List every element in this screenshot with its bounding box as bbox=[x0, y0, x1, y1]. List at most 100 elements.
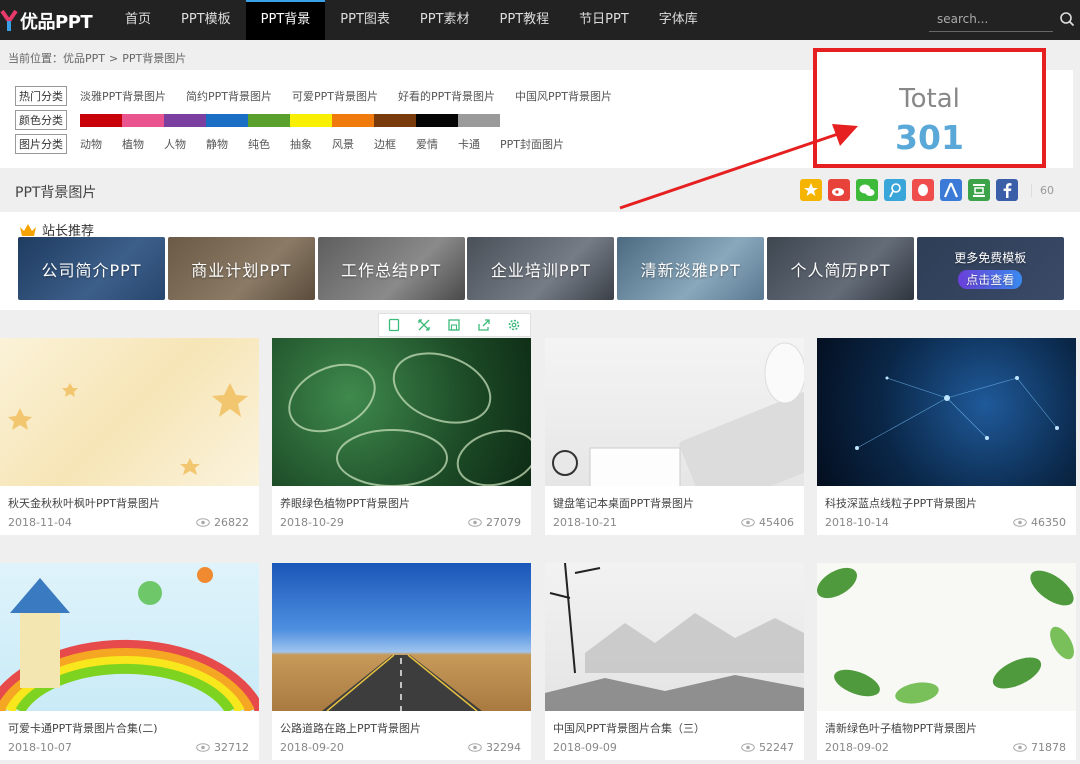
type-link[interactable]: 静物 bbox=[206, 136, 228, 152]
weibo-icon[interactable] bbox=[828, 179, 850, 201]
hot-link[interactable]: 可爱PPT背景图片 bbox=[292, 88, 378, 104]
type-link[interactable]: PPT封面图片 bbox=[500, 136, 564, 152]
color-swatch[interactable] bbox=[374, 113, 416, 127]
nav-home[interactable]: 首页 bbox=[110, 0, 166, 40]
card-title[interactable]: 养眼绿色植物PPT背景图片 bbox=[280, 495, 410, 511]
background-card[interactable]: 清新绿色叶子植物PPT背景图片 2018-09-02 71878 bbox=[817, 563, 1076, 760]
site-logo[interactable]: 优品PPT bbox=[0, 0, 110, 40]
card-thumbnail[interactable] bbox=[545, 563, 804, 711]
card-views: 45406 bbox=[741, 516, 794, 529]
color-swatch-list bbox=[80, 113, 500, 127]
background-card[interactable]: 秋天金秋秋叶枫叶PPT背景图片 2018-11-04 26822 bbox=[0, 338, 259, 535]
card-title[interactable]: 公路道路在路上PPT背景图片 bbox=[280, 720, 421, 736]
breadcrumb-current: PPT背景图片 bbox=[122, 52, 187, 65]
card-thumbnail[interactable] bbox=[272, 338, 531, 486]
card-title[interactable]: 可爱卡通PPT背景图片合集(二) bbox=[8, 720, 158, 736]
search-icon[interactable] bbox=[1059, 11, 1075, 27]
card-title[interactable]: 键盘笔记本桌面PPT背景图片 bbox=[553, 495, 694, 511]
nav-ppt-backgrounds[interactable]: PPT背景 bbox=[245, 0, 326, 40]
breadcrumb-home[interactable]: 优品PPT bbox=[63, 52, 105, 65]
hot-link[interactable]: 淡雅PPT背景图片 bbox=[80, 88, 166, 104]
card-thumbnail[interactable] bbox=[0, 563, 259, 711]
breadcrumb-separator: > bbox=[109, 52, 119, 65]
recommend-item-label: 公司简介PPT bbox=[41, 260, 142, 280]
type-link[interactable]: 纯色 bbox=[248, 136, 270, 152]
more-templates-title: 更多免费模板 bbox=[954, 250, 1027, 265]
color-swatch[interactable] bbox=[416, 113, 458, 127]
card-date: 2018-09-20 bbox=[280, 741, 344, 754]
qzone-icon[interactable] bbox=[800, 179, 822, 201]
facebook-icon[interactable] bbox=[996, 179, 1018, 201]
hot-category-row: 热门分类 淡雅PPT背景图片 简约PPT背景图片 可爱PPT背景图片 好看的PP… bbox=[15, 86, 632, 106]
breadcrumb-prefix: 当前位置： bbox=[8, 52, 63, 65]
nav-ppt-templates[interactable]: PPT模板 bbox=[166, 0, 246, 40]
card-title[interactable]: 科技深蓝点线粒子PPT背景图片 bbox=[825, 495, 977, 511]
crown-icon bbox=[20, 223, 36, 236]
nav-ppt-charts[interactable]: PPT图表 bbox=[325, 0, 405, 40]
type-link[interactable]: 植物 bbox=[122, 136, 144, 152]
card-title[interactable]: 中国风PPT背景图片合集（三） bbox=[553, 720, 705, 736]
card-thumbnail[interactable] bbox=[817, 338, 1076, 486]
background-card[interactable]: 公路道路在路上PPT背景图片 2018-09-20 32294 bbox=[272, 563, 531, 760]
type-link[interactable]: 人物 bbox=[164, 136, 186, 152]
qq-icon[interactable] bbox=[912, 179, 934, 201]
color-swatch[interactable] bbox=[80, 113, 122, 127]
card-view-count: 46350 bbox=[1031, 516, 1066, 529]
type-link[interactable]: 抽象 bbox=[290, 136, 312, 152]
recommend-item[interactable]: 清新淡雅PPT bbox=[617, 237, 765, 300]
recommend-item-label: 工作总结PPT bbox=[341, 260, 442, 280]
recommend-item[interactable]: 商业计划PPT bbox=[167, 237, 315, 300]
settings-icon[interactable] bbox=[499, 314, 529, 336]
card-view-count: 27079 bbox=[486, 516, 521, 529]
nav-holiday-ppt[interactable]: 节日PPT bbox=[564, 0, 644, 40]
tencent-weibo-icon[interactable] bbox=[884, 179, 906, 201]
eye-icon bbox=[468, 518, 482, 527]
card-thumbnail[interactable] bbox=[817, 563, 1076, 711]
wechat-icon[interactable] bbox=[856, 179, 878, 201]
nav-fonts[interactable]: 字体库 bbox=[644, 0, 713, 40]
view-toolbar bbox=[378, 313, 531, 337]
nav-ppt-tutorials[interactable]: PPT教程 bbox=[485, 0, 565, 40]
renren-icon[interactable] bbox=[940, 179, 962, 201]
card-title[interactable]: 清新绿色叶子植物PPT背景图片 bbox=[825, 720, 977, 736]
hot-link[interactable]: 中国风PPT背景图片 bbox=[515, 88, 612, 104]
type-link[interactable]: 动物 bbox=[80, 136, 102, 152]
card-thumbnail[interactable] bbox=[0, 338, 259, 486]
search-input[interactable]: search... bbox=[929, 8, 1053, 32]
douban-icon[interactable] bbox=[968, 179, 990, 201]
card-thumbnail[interactable] bbox=[545, 338, 804, 486]
background-card[interactable]: 科技深蓝点线粒子PPT背景图片 2018-10-14 46350 bbox=[817, 338, 1076, 535]
recommend-item[interactable]: 工作总结PPT bbox=[317, 237, 465, 300]
color-swatch[interactable] bbox=[164, 113, 206, 127]
nav-ppt-materials[interactable]: PPT素材 bbox=[405, 0, 485, 40]
color-swatch[interactable] bbox=[248, 113, 290, 127]
hot-link[interactable]: 简约PPT背景图片 bbox=[186, 88, 272, 104]
share-icon[interactable] bbox=[469, 314, 499, 336]
card-views: 32712 bbox=[196, 741, 249, 754]
hot-category-label: 热门分类 bbox=[15, 86, 67, 106]
save-icon[interactable] bbox=[439, 314, 469, 336]
more-templates-button[interactable]: 更多免费模板 点击查看 bbox=[916, 237, 1064, 300]
background-card[interactable]: 中国风PPT背景图片合集（三） 2018-09-09 52247 bbox=[545, 563, 804, 760]
background-card[interactable]: 可爱卡通PPT背景图片合集(二) 2018-10-07 32712 bbox=[0, 563, 259, 760]
color-swatch[interactable] bbox=[206, 113, 248, 127]
background-card[interactable]: 键盘笔记本桌面PPT背景图片 2018-10-21 45406 bbox=[545, 338, 804, 535]
tablet-icon[interactable] bbox=[379, 314, 409, 336]
hot-link[interactable]: 好看的PPT背景图片 bbox=[398, 88, 495, 104]
color-swatch[interactable] bbox=[458, 113, 500, 127]
recommend-item[interactable]: 公司简介PPT bbox=[18, 237, 165, 300]
color-swatch[interactable] bbox=[122, 113, 164, 127]
total-label: Total bbox=[899, 84, 960, 114]
color-swatch[interactable] bbox=[290, 113, 332, 127]
type-link[interactable]: 风景 bbox=[332, 136, 354, 152]
recommend-item[interactable]: 企业培训PPT bbox=[467, 237, 615, 300]
background-card[interactable]: 养眼绿色植物PPT背景图片 2018-10-29 27079 bbox=[272, 338, 531, 535]
fullscreen-icon[interactable] bbox=[409, 314, 439, 336]
type-link[interactable]: 边框 bbox=[374, 136, 396, 152]
card-thumbnail[interactable] bbox=[272, 563, 531, 711]
color-swatch[interactable] bbox=[332, 113, 374, 127]
type-link[interactable]: 爱情 bbox=[416, 136, 438, 152]
recommend-item[interactable]: 个人简历PPT bbox=[766, 237, 914, 300]
type-link[interactable]: 卡通 bbox=[458, 136, 480, 152]
card-title[interactable]: 秋天金秋秋叶枫叶PPT背景图片 bbox=[8, 495, 160, 511]
